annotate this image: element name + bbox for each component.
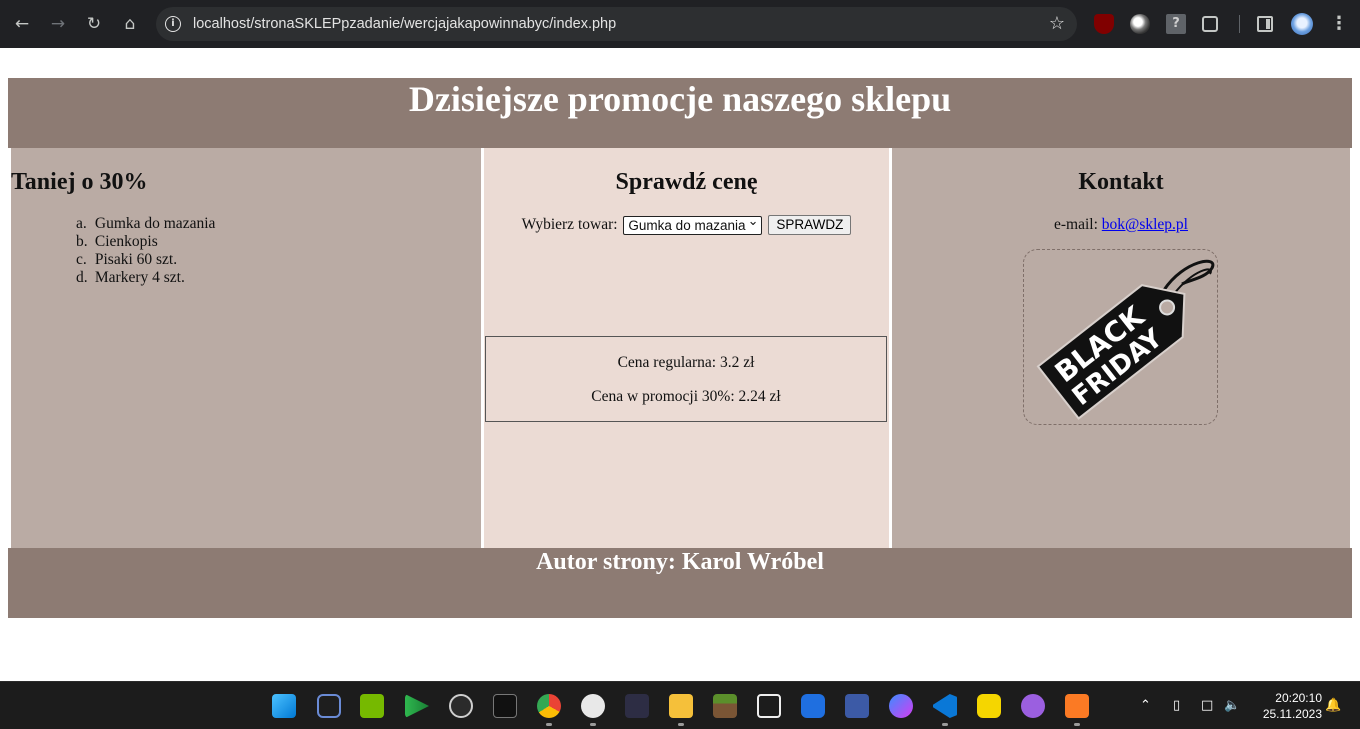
- list-item-label: Cienkopis: [94, 233, 158, 250]
- site-info-icon[interactable]: i: [165, 16, 181, 32]
- list-marker: c.: [76, 251, 87, 268]
- obs-icon[interactable]: [581, 694, 605, 718]
- obs-running-indicator: [590, 723, 596, 726]
- browser-toolbar: ← → ↻ ⌂ i localhost/stronaSKLEPpzadanie/…: [0, 0, 1360, 48]
- browser-menu-icon[interactable]: ⋮: [1330, 12, 1348, 36]
- ublock-extension-icon[interactable]: [1094, 14, 1114, 34]
- extensions-puzzle-icon[interactable]: [1202, 16, 1218, 32]
- minecraft-icon[interactable]: [713, 694, 737, 718]
- promo-list: a. Gumka do mazania b. Cienkopis c. Pisa…: [76, 215, 216, 287]
- epic-games-icon[interactable]: [493, 694, 517, 718]
- promo-section: Taniej o 30% a. Gumka do mazania b. Cien…: [11, 148, 481, 548]
- price-check-section: Sprawdź cenę Wybierz towar: Gumka do maz…: [484, 148, 889, 548]
- media-player-icon[interactable]: [405, 694, 429, 718]
- page-title: Dzisiejsze promocje naszego sklepu: [408, 79, 952, 119]
- system-clock[interactable]: 20:20:10 25.11.2023: [1252, 690, 1322, 722]
- back-arrow-icon[interactable]: ←: [10, 12, 34, 36]
- list-item: a. Gumka do mazania: [76, 215, 216, 233]
- bookmark-star-icon[interactable]: ☆: [1049, 12, 1065, 36]
- usb-icon[interactable]: ▯: [1173, 682, 1180, 729]
- list-item-label: Markery 4 szt.: [94, 269, 185, 286]
- chrome-running-indicator: [546, 723, 552, 726]
- regular-price: Cena regularna: 3.2 zł: [617, 354, 755, 371]
- list-marker: b.: [76, 233, 88, 250]
- list-item: c. Pisaki 60 szt.: [76, 251, 215, 269]
- list-item: b. Cienkopis: [76, 233, 215, 251]
- side-panel-icon[interactable]: [1257, 16, 1273, 32]
- check-button[interactable]: SPRAWDZ: [768, 215, 852, 236]
- windows-start-icon[interactable]: [272, 694, 296, 718]
- price-check-heading: Sprawdź cenę: [615, 169, 758, 195]
- ccleaner-icon[interactable]: [801, 694, 825, 718]
- black-friday-tag-icon: BLACK FRIDAY: [1036, 259, 1215, 420]
- messenger-icon[interactable]: [889, 694, 913, 718]
- web-page: Dzisiejsze promocje naszego sklepu Tanie…: [0, 48, 1360, 681]
- wattpad-icon[interactable]: [449, 694, 473, 718]
- clock-date: 25.11.2023: [1262, 707, 1322, 721]
- email-link[interactable]: bok@sklep.pl: [1102, 216, 1188, 233]
- chrome-icon[interactable]: [537, 694, 561, 718]
- vscode-running-indicator: [942, 723, 948, 726]
- page-footer: Autor strony: Karol Wróbel: [8, 548, 1352, 618]
- file-explorer-icon[interactable]: [669, 694, 693, 718]
- product-select[interactable]: Gumka do mazania: [623, 213, 763, 235]
- volume-icon[interactable]: 🔈: [1224, 682, 1240, 729]
- windows-taskbar: ⌃ ▯ □ 🔈 20:20:10 25.11.2023 🔔: [0, 681, 1360, 729]
- checkmark-app-icon[interactable]: [977, 694, 1001, 718]
- notion-icon[interactable]: [757, 694, 781, 718]
- profile-avatar[interactable]: [1291, 13, 1313, 35]
- url-text[interactable]: localhost/stronaSKLEPpzadanie/wercjajaka…: [193, 7, 616, 41]
- vscode-icon[interactable]: [933, 694, 957, 718]
- black-friday-image: BLACK FRIDAY: [1023, 249, 1218, 425]
- camera-icon[interactable]: [317, 694, 341, 718]
- product-select-value: Gumka do mazania: [628, 217, 746, 233]
- contact-section: Kontakt e-mail: bok@sklep.pl BLACK FRIDA…: [892, 148, 1350, 548]
- list-marker: a.: [76, 215, 87, 232]
- select-label: Wybierz towar:: [521, 216, 618, 233]
- reload-icon[interactable]: ↻: [82, 12, 106, 36]
- network-tool-icon[interactable]: [845, 694, 869, 718]
- notification-bell-icon[interactable]: 🔔: [1325, 682, 1341, 729]
- contact-heading: Kontakt: [1078, 169, 1164, 195]
- address-bar[interactable]: i localhost/stronaSKLEPpzadanie/wercjaja…: [156, 7, 1077, 41]
- list-item-label: Gumka do mazania: [94, 215, 216, 232]
- price-check-form: Wybierz towar: Gumka do mazania SPRAWDZ: [484, 213, 889, 236]
- forward-arrow-icon[interactable]: →: [46, 12, 70, 36]
- nvidia-icon[interactable]: [360, 694, 384, 718]
- xampp-icon[interactable]: [1065, 694, 1089, 718]
- clock-time: 20:20:10: [1275, 691, 1322, 705]
- toolbar-divider: [1239, 15, 1240, 33]
- terminal-icon[interactable]: [625, 694, 649, 718]
- network-icon[interactable]: □: [1201, 682, 1213, 729]
- xampp-running-indicator: [1074, 723, 1080, 726]
- play-app-icon[interactable]: [1021, 694, 1045, 718]
- promo-heading: Taniej o 30%: [11, 169, 148, 195]
- page-header: Dzisiejsze promocje naszego sklepu: [8, 78, 1352, 148]
- price-result-box: Cena regularna: 3.2 zł Cena w promocji 3…: [485, 336, 887, 422]
- home-icon[interactable]: ⌂: [118, 12, 142, 36]
- ball-extension-icon[interactable]: [1130, 14, 1150, 34]
- list-item: d. Markery 4 szt.: [76, 269, 215, 287]
- list-item-label: Pisaki 60 szt.: [94, 251, 178, 268]
- unknown-extension-icon[interactable]: ?: [1166, 14, 1186, 34]
- footer-author: Autor strony: Karol Wróbel: [536, 549, 824, 575]
- promo-price: Cena w promocji 30%: 2.24 zł: [591, 388, 781, 405]
- chevron-up-icon[interactable]: ⌃: [1140, 682, 1151, 729]
- explorer-running-indicator: [678, 723, 684, 726]
- list-marker: d.: [76, 269, 88, 286]
- email-line: e-mail: bok@sklep.pl: [892, 215, 1350, 235]
- email-label: e-mail:: [1054, 216, 1098, 233]
